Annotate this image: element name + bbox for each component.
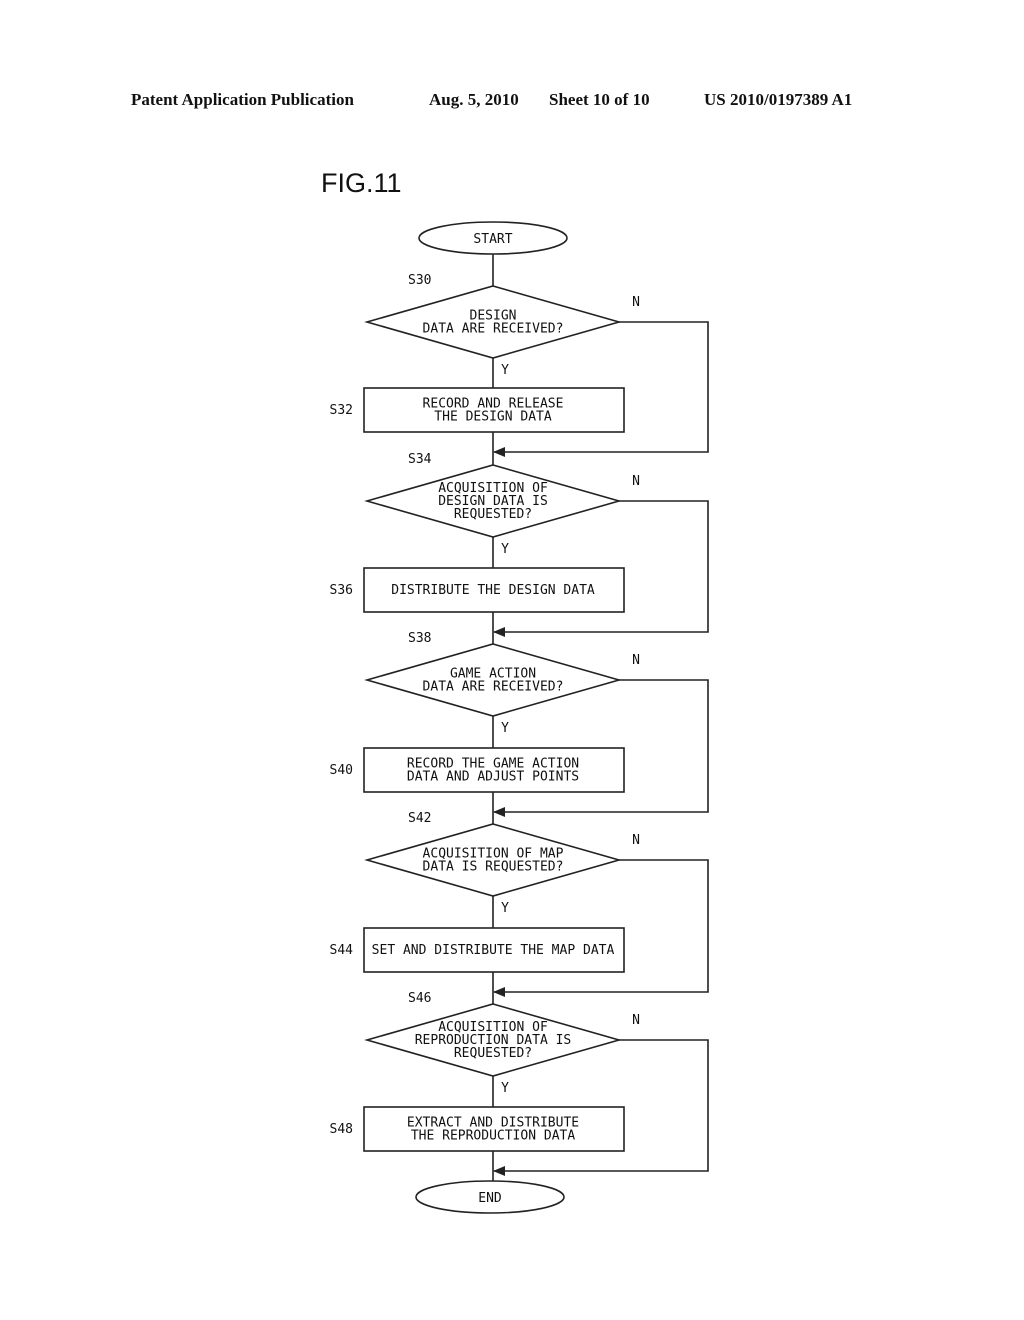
- flow-step-s40: RECORD THE GAME ACTIONDATA AND ADJUST PO…: [330, 747, 625, 793]
- step-text: DATA AND ADJUST POINTS: [407, 770, 579, 785]
- no-label: N: [632, 295, 640, 310]
- flowchart: STARTDESIGNDATA ARE RECEIVED?S30YNRECORD…: [330, 221, 709, 1214]
- yes-label: Y: [501, 542, 509, 557]
- step-label: S42: [408, 811, 431, 826]
- yes-label: Y: [501, 1081, 509, 1096]
- no-label: N: [632, 1013, 640, 1028]
- flow-step-s44: SET AND DISTRIBUTE THE MAP DATA S44: [330, 927, 625, 973]
- flow-step-s46: ACQUISITION OFREPRODUCTION DATA ISREQUES…: [364, 991, 640, 1096]
- step-text: DATA ARE RECEIVED?: [423, 322, 564, 337]
- step-label: S48: [330, 1122, 353, 1137]
- flow-step-s30: DESIGNDATA ARE RECEIVED?S30YN: [364, 273, 640, 378]
- no-label: N: [632, 653, 640, 668]
- step-text: DATA ARE RECEIVED?: [423, 680, 564, 695]
- step-text: THE REPRODUCTION DATA: [411, 1129, 576, 1144]
- step-label: S46: [408, 991, 431, 1006]
- step-label: S30: [408, 273, 431, 288]
- flow-step-s34: ACQUISITION OFDESIGN DATA ISREQUESTED?S3…: [364, 452, 640, 557]
- step-text: SET AND DISTRIBUTE THE MAP DATA: [372, 943, 615, 958]
- step-text: DATA IS REQUESTED?: [423, 860, 564, 875]
- step-text: THE DESIGN DATA: [434, 410, 552, 425]
- step-label: S38: [408, 631, 431, 646]
- yes-label: Y: [501, 901, 509, 916]
- start-label: START: [473, 232, 512, 247]
- step-label: S36: [330, 583, 353, 598]
- step-label: S40: [330, 763, 353, 778]
- step-label: S44: [330, 943, 354, 958]
- flow-step-s42: ACQUISITION OF MAPDATA IS REQUESTED?S42Y…: [364, 811, 640, 916]
- flow-step-s36: DISTRIBUTE THE DESIGN DATA S36: [330, 567, 625, 613]
- step-label: S34: [408, 452, 432, 467]
- yes-label: Y: [501, 721, 509, 736]
- no-label: N: [632, 474, 640, 489]
- step-text: REQUESTED?: [454, 507, 532, 522]
- flow-step-s32: RECORD AND RELEASETHE DESIGN DATAS32: [330, 387, 625, 433]
- step-label: S32: [330, 403, 353, 418]
- flow-step-s48: EXTRACT AND DISTRIBUTETHE REPRODUCTION D…: [330, 1106, 625, 1152]
- end-label: END: [478, 1191, 502, 1206]
- step-text: REQUESTED?: [454, 1046, 532, 1061]
- step-text: DISTRIBUTE THE DESIGN DATA: [391, 583, 595, 598]
- yes-label: Y: [501, 363, 509, 378]
- flow-step-s38: GAME ACTIONDATA ARE RECEIVED?S38YN: [364, 631, 640, 736]
- no-label: N: [632, 833, 640, 848]
